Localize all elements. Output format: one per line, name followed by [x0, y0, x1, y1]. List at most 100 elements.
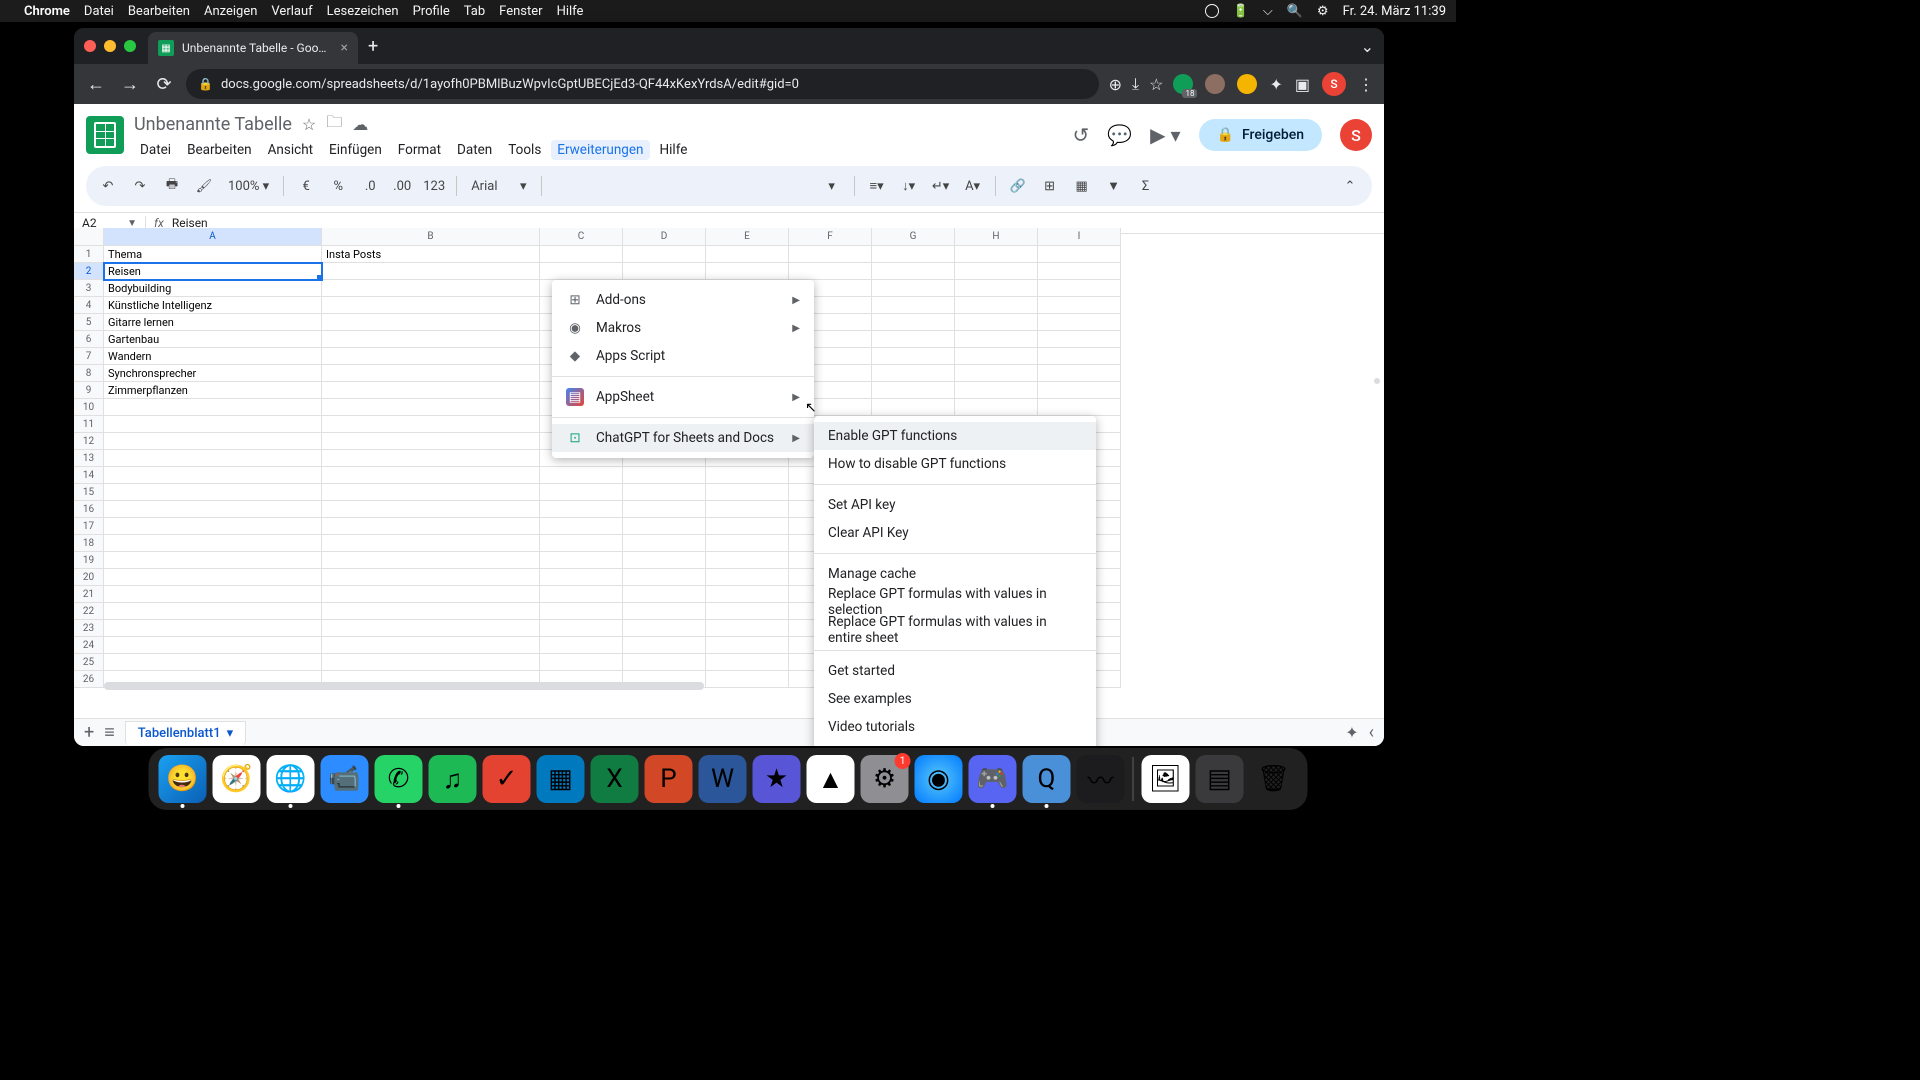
cell-a2[interactable]: Reisen: [104, 263, 322, 280]
cell-d23[interactable]: [623, 620, 706, 637]
cell-b22[interactable]: [322, 603, 540, 620]
cell-a4[interactable]: Künstliche Intelligenz: [104, 297, 322, 314]
cell-e2[interactable]: [706, 263, 789, 280]
dec-decrease-button[interactable]: .0: [358, 179, 382, 194]
dock-whatsapp[interactable]: ✆: [375, 755, 423, 803]
cell-a11[interactable]: [104, 416, 322, 433]
font-select[interactable]: Arial ▾: [467, 179, 530, 194]
row-header[interactable]: 8: [74, 365, 104, 382]
cell-a14[interactable]: [104, 467, 322, 484]
cell-c22[interactable]: [540, 603, 623, 620]
cell-g7[interactable]: [872, 348, 955, 365]
cell-g6[interactable]: [872, 331, 955, 348]
col-header-b[interactable]: B: [322, 228, 540, 246]
cloud-status-icon[interactable]: ☁: [352, 115, 368, 134]
cell-i5[interactable]: [1038, 314, 1121, 331]
cell-b5[interactable]: [322, 314, 540, 331]
row-header[interactable]: 17: [74, 518, 104, 535]
link-button[interactable]: 🔗: [1006, 179, 1030, 194]
cell-b1[interactable]: Insta Posts: [322, 246, 540, 263]
cell-h10[interactable]: [955, 399, 1038, 416]
col-header-i[interactable]: I: [1038, 228, 1121, 246]
cell-h2[interactable]: [955, 263, 1038, 280]
cell-b19[interactable]: [322, 552, 540, 569]
menu-item[interactable]: ▤AppSheet▶: [552, 383, 814, 411]
cell-e18[interactable]: [706, 535, 789, 552]
dock-trello[interactable]: ▦: [537, 755, 585, 803]
submenu-item[interactable]: Video tutorials: [814, 713, 1096, 741]
cell-e25[interactable]: [706, 654, 789, 671]
cell-a19[interactable]: [104, 552, 322, 569]
cell-i6[interactable]: [1038, 331, 1121, 348]
cell-b3[interactable]: [322, 280, 540, 297]
cell-b6[interactable]: [322, 331, 540, 348]
cell-a15[interactable]: [104, 484, 322, 501]
cell-a13[interactable]: [104, 450, 322, 467]
cell-b2[interactable]: [322, 263, 540, 280]
row-header[interactable]: 3: [74, 280, 104, 297]
cell-a16[interactable]: [104, 501, 322, 518]
cell-i1[interactable]: [1038, 246, 1121, 263]
close-window-button[interactable]: [84, 40, 96, 52]
menu-format[interactable]: Format: [392, 140, 447, 160]
dock-imovie[interactable]: ★: [753, 755, 801, 803]
profile-avatar[interactable]: S: [1322, 72, 1346, 96]
dock-preview[interactable]: 🖼: [1142, 755, 1190, 803]
close-tab-icon[interactable]: ×: [341, 40, 348, 56]
cell-c18[interactable]: [540, 535, 623, 552]
print-button[interactable]: 🖶: [160, 175, 184, 197]
cell-a25[interactable]: [104, 654, 322, 671]
valign-button[interactable]: ↓▾: [897, 178, 921, 194]
row-header[interactable]: 10: [74, 399, 104, 416]
maximize-window-button[interactable]: [124, 40, 136, 52]
dock-quicktime[interactable]: Q: [1023, 755, 1071, 803]
row-header[interactable]: 18: [74, 535, 104, 552]
comment-button[interactable]: ⊞: [1038, 179, 1062, 194]
cell-d24[interactable]: [623, 637, 706, 654]
cell-f1[interactable]: [789, 246, 872, 263]
cell-g5[interactable]: [872, 314, 955, 331]
chevron-down-icon[interactable]: ▾: [227, 726, 234, 741]
sidepanel-icon[interactable]: ▣: [1295, 75, 1310, 94]
cell-h7[interactable]: [955, 348, 1038, 365]
cell-e14[interactable]: [706, 467, 789, 484]
submenu-item[interactable]: Manage cache: [814, 560, 1096, 588]
menu-datei[interactable]: Datei: [134, 140, 177, 160]
cell-e16[interactable]: [706, 501, 789, 518]
cell-b12[interactable]: [322, 433, 540, 450]
dock-spotify[interactable]: ♫: [429, 755, 477, 803]
cell-g9[interactable]: [872, 382, 955, 399]
submenu-item[interactable]: Clear API Key: [814, 519, 1096, 547]
col-header-h[interactable]: H: [955, 228, 1038, 246]
cell-c2[interactable]: [540, 263, 623, 280]
wifi-icon[interactable]: ⌵: [1263, 4, 1273, 19]
cell-g8[interactable]: [872, 365, 955, 382]
cell-i7[interactable]: [1038, 348, 1121, 365]
cell-b11[interactable]: [322, 416, 540, 433]
filter-button[interactable]: ▼: [1102, 178, 1126, 194]
cell-d2[interactable]: [623, 263, 706, 280]
submenu-item[interactable]: Replace GPT formulas with values in sele…: [814, 588, 1096, 616]
menu-hilfe[interactable]: Hilfe: [654, 140, 694, 160]
menu-einfuegen[interactable]: Einfügen: [323, 140, 388, 160]
cell-c1[interactable]: [540, 246, 623, 263]
cell-e1[interactable]: [706, 246, 789, 263]
cell-a5[interactable]: Gitarre lernen: [104, 314, 322, 331]
side-panel-toggle[interactable]: ‹: [1369, 722, 1374, 743]
app-name[interactable]: Chrome: [24, 4, 70, 19]
cell-a6[interactable]: Gartenbau: [104, 331, 322, 348]
col-header-g[interactable]: G: [872, 228, 955, 246]
cell-b4[interactable]: [322, 297, 540, 314]
row-header[interactable]: 4: [74, 297, 104, 314]
dock-siri[interactable]: ◉: [915, 755, 963, 803]
menu-item[interactable]: ⊡ChatGPT for Sheets and Docs▶: [552, 424, 814, 452]
wrap-button[interactable]: ↵▾: [929, 179, 953, 194]
row-header[interactable]: 22: [74, 603, 104, 620]
row-header[interactable]: 5: [74, 314, 104, 331]
submenu-item[interactable]: Troubleshooting: [814, 741, 1096, 746]
all-sheets-button[interactable]: ≡: [104, 722, 115, 743]
menu-ansicht[interactable]: Ansicht: [262, 140, 319, 160]
cell-b15[interactable]: [322, 484, 540, 501]
dock-safari[interactable]: 🧭: [213, 755, 261, 803]
menu-tab[interactable]: Tab: [464, 4, 485, 19]
